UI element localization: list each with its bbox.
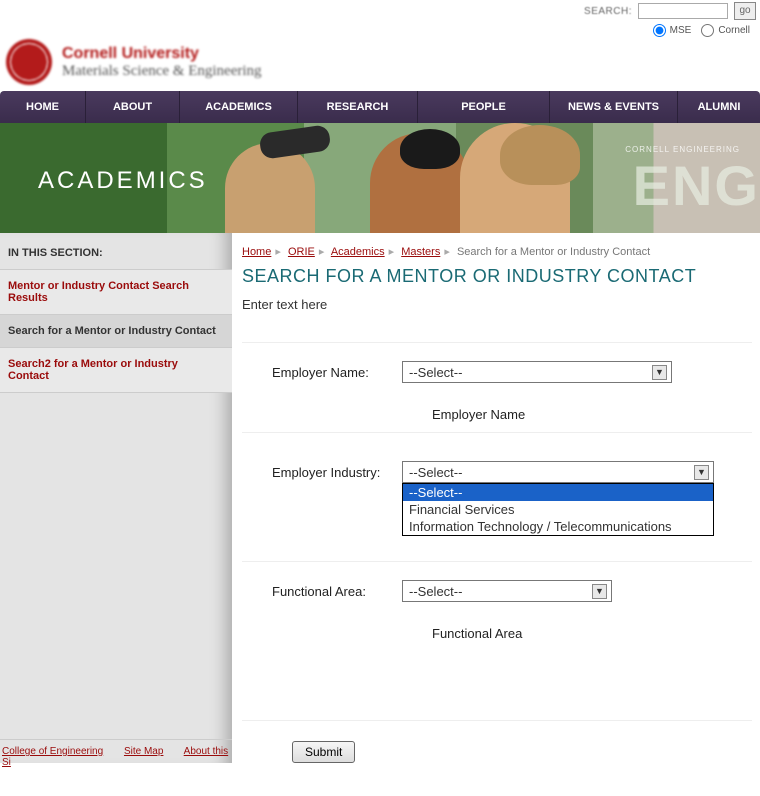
main-content: Home▸ ORIE▸ Academics▸ Masters▸ Search f… <box>232 233 760 763</box>
scope-label-mse: MSE <box>670 25 692 36</box>
crumb-current: Search for a Mentor or Industry Contact <box>457 246 650 258</box>
nav-news[interactable]: NEWS & EVENTS <box>550 91 678 123</box>
university-name: Cornell University <box>62 45 262 63</box>
chevron-down-icon: ▼ <box>592 584 607 599</box>
select-employer-name-value: --Select-- <box>409 365 462 380</box>
banner-eng: ENG <box>633 153 760 218</box>
dropdown-option[interactable]: Information Technology / Telecommunicati… <box>403 518 713 535</box>
select-functional-area-value: --Select-- <box>409 584 462 599</box>
label-functional-area: Functional Area: <box>242 584 402 599</box>
nav-alumni[interactable]: ALUMNI <box>678 91 760 123</box>
nav-people[interactable]: PEOPLE <box>418 91 550 123</box>
crumb-academics[interactable]: Academics <box>331 246 385 258</box>
identity-strip: Cornell University Materials Science & E… <box>0 39 760 91</box>
select-employer-name[interactable]: --Select-- ▼ <box>402 361 672 383</box>
row-employer-industry: Employer Industry: --Select-- ▼ --Select… <box>242 433 752 501</box>
helper-functional-area: Functional Area <box>242 620 752 651</box>
row-employer-name: Employer Name: --Select-- ▼ <box>242 342 752 401</box>
search-go-button[interactable]: go <box>734 2 756 20</box>
page-banner: ACADEMICS CORNELL ENGINEERING ENG <box>0 123 760 233</box>
sidebar-item-results[interactable]: Mentor or Industry Contact Search Result… <box>0 269 232 314</box>
sidebar-item-search[interactable]: Search for a Mentor or Industry Contact <box>0 314 232 347</box>
search-input[interactable] <box>638 3 728 19</box>
dropdown-option[interactable]: Financial Services <box>403 501 713 518</box>
chevron-down-icon: ▼ <box>652 365 667 380</box>
crumb-home[interactable]: Home <box>242 246 271 258</box>
select-employer-industry-value: --Select-- <box>409 465 462 480</box>
department-name: Materials Science & Engineering <box>62 63 262 80</box>
main-nav: HOME ABOUT ACADEMICS RESEARCH PEOPLE NEW… <box>0 91 760 123</box>
crumb-orie[interactable]: ORIE <box>288 246 315 258</box>
search-label: SEARCH: <box>584 6 632 17</box>
footer-link-sitemap[interactable]: Site Map <box>124 746 163 757</box>
nav-about[interactable]: ABOUT <box>86 91 180 123</box>
scope-radio-cornell[interactable] <box>701 24 714 37</box>
university-seal-icon <box>6 39 52 85</box>
page-intro: Enter text here <box>242 287 752 342</box>
crumb-masters[interactable]: Masters <box>401 246 440 258</box>
scope-label-cornell: Cornell <box>718 25 750 36</box>
label-employer-industry: Employer Industry: <box>242 465 402 480</box>
select-functional-area[interactable]: --Select-- ▼ <box>402 580 612 602</box>
dropdown-employer-industry: --Select-- Financial Services Informatio… <box>402 483 714 536</box>
dropdown-option[interactable]: --Select-- <box>403 484 713 501</box>
sidebar-heading: IN THIS SECTION: <box>0 233 232 269</box>
scope-radio-mse[interactable] <box>653 24 666 37</box>
nav-research[interactable]: RESEARCH <box>298 91 418 123</box>
top-search-bar: SEARCH: go <box>0 0 760 24</box>
nav-home[interactable]: HOME <box>0 91 86 123</box>
row-functional-area: Functional Area: --Select-- ▼ <box>242 561 752 620</box>
chevron-down-icon: ▼ <box>694 465 709 480</box>
label-employer-name: Employer Name: <box>242 365 402 380</box>
helper-employer-name: Employer Name <box>242 401 752 433</box>
page-title: SEARCH FOR A MENTOR OR INDUSTRY CONTACT <box>242 266 752 287</box>
banner-title: ACADEMICS <box>38 167 208 195</box>
submit-button[interactable]: Submit <box>292 741 355 763</box>
sidebar-item-search2[interactable]: Search2 for a Mentor or Industry Contact <box>0 347 232 393</box>
footer-link-coe[interactable]: College of Engineering <box>2 746 103 757</box>
sidebar: IN THIS SECTION: Mentor or Industry Cont… <box>0 233 232 763</box>
nav-academics[interactable]: ACADEMICS <box>180 91 298 123</box>
breadcrumb: Home▸ ORIE▸ Academics▸ Masters▸ Search f… <box>242 243 752 266</box>
select-employer-industry[interactable]: --Select-- ▼ <box>402 461 714 483</box>
